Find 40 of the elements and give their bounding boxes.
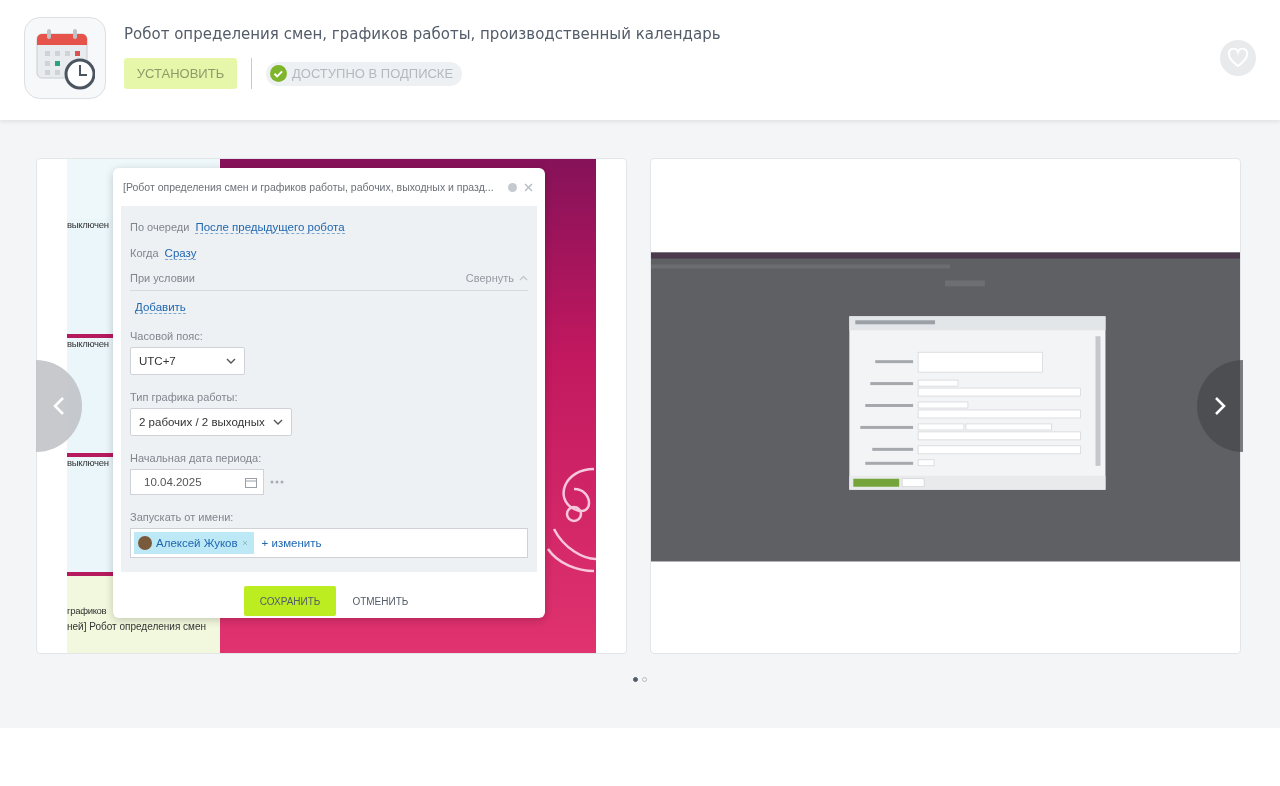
user-name: Алексей Жуков bbox=[156, 537, 238, 549]
field-label: Начальная дата периода: bbox=[130, 452, 263, 464]
check-icon bbox=[270, 65, 287, 82]
field-label: Запускать от имени: bbox=[130, 511, 235, 523]
row-label: При условии bbox=[130, 272, 195, 284]
option-link[interactable]: После предыдущего робота bbox=[195, 220, 345, 234]
status-text: выключен bbox=[67, 457, 110, 468]
save-button[interactable]: СОХРАНИТЬ bbox=[243, 586, 337, 616]
status-text: выключен bbox=[67, 219, 110, 230]
chevron-down-icon bbox=[272, 419, 283, 425]
date-field[interactable]: 10.04.2025 bbox=[130, 469, 264, 495]
robot-name-text: графиков bbox=[67, 604, 107, 618]
calendar-icon[interactable] bbox=[245, 476, 257, 488]
status-text: выключен bbox=[67, 338, 110, 349]
chevron-up-icon bbox=[519, 275, 528, 281]
option-link[interactable]: Сразу bbox=[164, 246, 197, 260]
chevron-down-icon bbox=[226, 358, 236, 364]
field-label: Часовой пояс: bbox=[130, 330, 204, 342]
robot-name-text: ней] Робот определения смен bbox=[67, 620, 207, 634]
dropdown[interactable]: 2 рабочих / 2 выходных bbox=[130, 408, 292, 436]
field-label: Тип графика работы: bbox=[130, 391, 239, 403]
user-chip[interactable]: Алексей Жуков bbox=[134, 532, 254, 554]
carousel-dot[interactable] bbox=[633, 677, 638, 682]
row-label: Когда bbox=[130, 247, 159, 259]
chevron-left-icon[interactable] bbox=[53, 396, 65, 416]
row-label: По очереди bbox=[130, 221, 190, 233]
dialog-title: [Робот определения смен и графиков работы, рабочих, выходных и празд... bbox=[123, 181, 495, 193]
add-link[interactable]: Добавить bbox=[135, 301, 186, 314]
cancel-button[interactable]: ОТМЕНИТЬ bbox=[346, 586, 415, 616]
user-field[interactable]: Алексей Жуков + изменить bbox=[130, 528, 528, 558]
more-icon[interactable] bbox=[270, 480, 284, 484]
chevron-right-icon[interactable] bbox=[1214, 396, 1226, 416]
calendar-clock-icon bbox=[24, 17, 106, 99]
change-link[interactable]: + изменить bbox=[261, 537, 322, 549]
close-icon[interactable] bbox=[524, 182, 533, 192]
badge-text: ДОСТУПНО В ПОДПИСКЕ bbox=[292, 66, 454, 81]
app-title: Робот определения смен, графиков работы, производственный календарь bbox=[124, 25, 722, 43]
remove-icon[interactable] bbox=[241, 540, 248, 546]
avatar-icon bbox=[138, 536, 152, 550]
dropdown[interactable]: UTC+7 bbox=[130, 347, 245, 375]
